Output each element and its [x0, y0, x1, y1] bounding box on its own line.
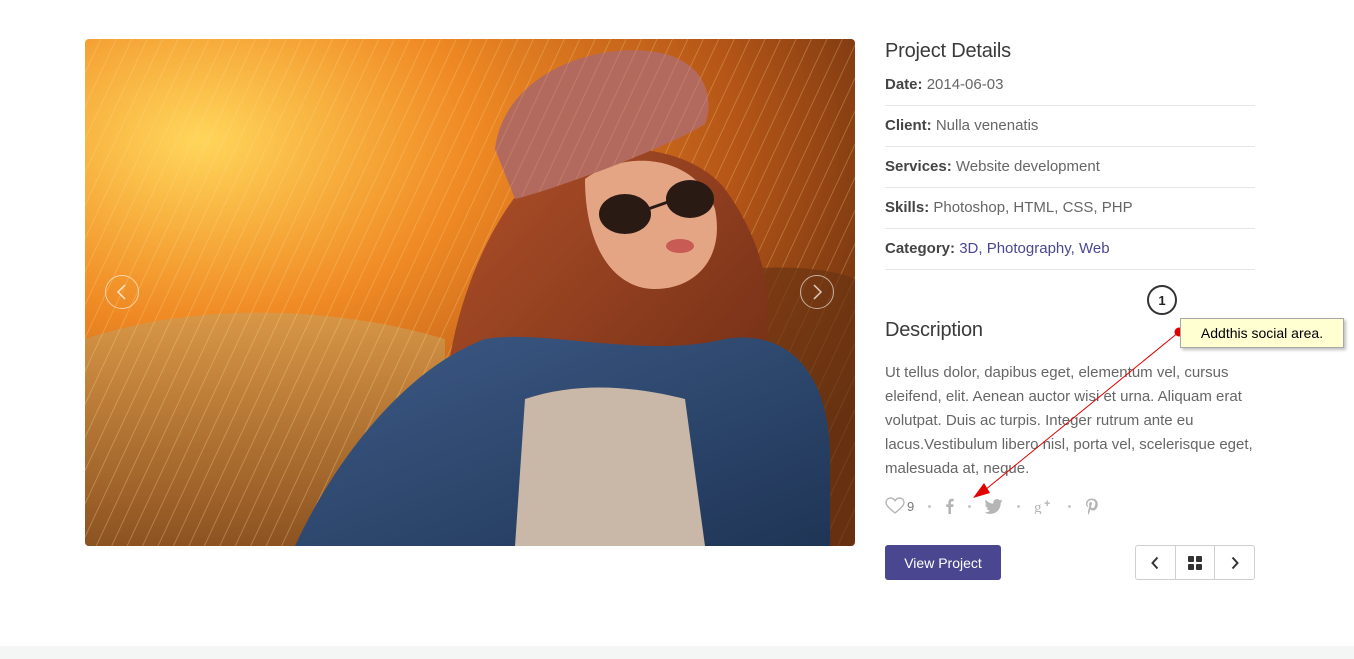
project-image-slider[interactable] [85, 39, 855, 546]
addthis-social-area: 9 g + [885, 493, 1099, 519]
likes-count: 9 [907, 498, 915, 514]
share-twitter-button[interactable] [985, 498, 1003, 514]
chevron-left-icon [1151, 556, 1159, 569]
annotation-callout: Addthis social area. [1180, 318, 1344, 348]
heart-icon [885, 497, 905, 514]
google-plus-icon: g + [1034, 498, 1050, 514]
meta-label: Category: [885, 240, 956, 257]
view-project-button[interactable]: View Project [885, 545, 1001, 580]
grid-icon [1188, 555, 1202, 570]
project-details: Project Details Date: 2014-06-03 Client:… [885, 40, 1255, 270]
meta-label: Skills: [885, 199, 930, 216]
share-pinterest-button[interactable] [1085, 498, 1099, 515]
description-text: Ut tellus dolor, dapibus eget, elementum… [885, 364, 1253, 477]
svg-text:+: + [1044, 498, 1050, 510]
separator-dot [928, 504, 932, 508]
svg-text:g: g [1034, 500, 1042, 514]
chevron-left-icon [116, 284, 126, 300]
slider-prev-button[interactable] [105, 275, 139, 309]
annotation-number: 1 [1147, 285, 1177, 315]
all-projects-button[interactable] [1174, 546, 1215, 579]
meta-value: 2014-06-03 [926, 76, 1004, 93]
chevron-right-icon [1231, 556, 1239, 569]
separator-dot [1017, 504, 1021, 508]
project-details-title: Project Details [885, 40, 1011, 62]
facebook-icon [946, 498, 954, 514]
share-google-plus-button[interactable]: g + [1034, 498, 1054, 514]
next-project-button[interactable] [1214, 546, 1254, 579]
meta-category: Category: 3D, Photography, Web [885, 229, 1255, 270]
meta-label: Client: [885, 117, 932, 134]
pinterest-icon [1086, 498, 1099, 514]
previous-project-button[interactable] [1136, 546, 1175, 579]
footer-strip [0, 646, 1354, 659]
project-meta-list: Date: 2014-06-03 Client: Nulla venenatis… [885, 65, 1255, 270]
chevron-right-icon [813, 284, 823, 300]
separator-dot [968, 504, 972, 508]
slider-next-button[interactable] [800, 275, 834, 309]
meta-value: Website development [955, 158, 1100, 175]
meta-client: Client: Nulla venenatis [885, 106, 1255, 147]
meta-value: Nulla venenatis [935, 117, 1039, 134]
project-pager [1135, 545, 1255, 580]
separator-dot [1068, 504, 1072, 508]
category-links[interactable]: 3D, Photography, Web [959, 240, 1109, 257]
meta-label: Date: [885, 76, 923, 93]
meta-services: Services: Website development [885, 147, 1255, 188]
twitter-icon [985, 498, 1003, 514]
meta-label: Services: [885, 158, 952, 175]
meta-date: Date: 2014-06-03 [885, 65, 1255, 106]
meta-skills: Skills: Photoshop, HTML, CSS, PHP [885, 188, 1255, 229]
meta-value: Photoshop, HTML, CSS, PHP [933, 199, 1133, 216]
description-title: Description [885, 319, 983, 341]
share-facebook-button[interactable] [945, 498, 954, 514]
project-photo [85, 39, 855, 546]
like-button[interactable]: 9 [885, 497, 914, 515]
